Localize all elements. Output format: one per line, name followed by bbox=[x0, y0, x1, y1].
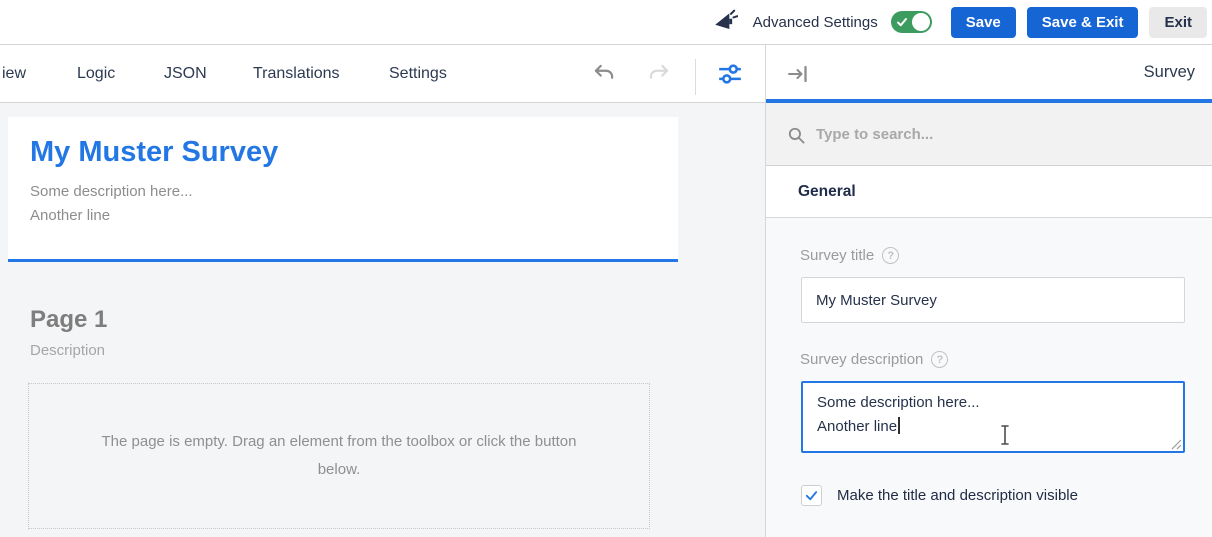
property-panel-title: Survey bbox=[1144, 45, 1195, 99]
undo-icon[interactable] bbox=[591, 61, 617, 87]
survey-title-label-row: Survey title ? bbox=[800, 247, 899, 264]
save-and-exit-button[interactable]: Save & Exit bbox=[1027, 7, 1139, 38]
page-description[interactable]: Description bbox=[30, 342, 105, 359]
help-icon[interactable]: ? bbox=[882, 247, 899, 264]
designer-canvas: My Muster Survey Some description here..… bbox=[0, 103, 765, 537]
search-icon bbox=[787, 126, 806, 145]
survey-title-text[interactable]: My Muster Survey bbox=[30, 136, 278, 169]
tab-preview[interactable]: iew bbox=[2, 45, 26, 102]
visibility-checkbox-row: Make the title and description visible bbox=[801, 485, 1078, 506]
top-toolbar: Advanced Settings Save Save & Exit Exit bbox=[0, 0, 1212, 45]
survey-description-line1: Some description here... bbox=[30, 180, 193, 204]
property-search-row bbox=[766, 103, 1212, 166]
top-toolbar-actions: Advanced Settings Save Save & Exit Exit bbox=[712, 0, 1207, 44]
tab-translations[interactable]: Translations bbox=[253, 45, 340, 102]
tab-settings[interactable]: Settings bbox=[389, 45, 447, 102]
survey-creator-app: Advanced Settings Save Save & Exit Exit … bbox=[0, 0, 1212, 537]
survey-description-textarea[interactable]: Some description here... Another line bbox=[801, 381, 1185, 453]
toggle-check-icon bbox=[896, 16, 908, 28]
help-icon[interactable]: ? bbox=[931, 351, 948, 368]
section-general[interactable]: General bbox=[766, 167, 1212, 218]
toggle-knob bbox=[912, 13, 930, 31]
empty-page-text: The page is empty. Drag an element from … bbox=[99, 428, 579, 484]
search-input[interactable] bbox=[816, 103, 1196, 165]
survey-header-card[interactable]: My Muster Survey Some description here..… bbox=[8, 117, 678, 262]
visibility-checkbox-label[interactable]: Make the title and description visible bbox=[837, 487, 1078, 504]
toolbar-divider bbox=[695, 59, 696, 95]
checkmark-icon bbox=[804, 488, 819, 503]
survey-description-line2: Another line bbox=[30, 204, 193, 228]
survey-description-label: Survey description bbox=[800, 351, 923, 368]
survey-title-input[interactable] bbox=[801, 277, 1185, 323]
survey-description-label-row: Survey description ? bbox=[800, 351, 948, 368]
resize-handle[interactable] bbox=[1171, 439, 1182, 450]
designer-tab-bar: iew Logic JSON Translations Settings bbox=[0, 45, 765, 103]
page-title[interactable]: Page 1 bbox=[30, 306, 107, 334]
survey-description-text[interactable]: Some description here... Another line bbox=[30, 180, 193, 228]
description-line1: Some description here... bbox=[817, 391, 1169, 415]
megaphone-icon[interactable] bbox=[712, 9, 738, 35]
advanced-settings-toggle[interactable] bbox=[891, 11, 932, 33]
tab-json[interactable]: JSON bbox=[164, 45, 207, 102]
sliders-icon[interactable] bbox=[717, 61, 743, 87]
survey-title-label: Survey title bbox=[800, 247, 874, 264]
empty-page-drop-area[interactable]: The page is empty. Drag an element from … bbox=[28, 383, 650, 529]
section-general-label: General bbox=[798, 167, 856, 217]
property-panel-body: Survey title ? Survey description ? Some… bbox=[766, 218, 1212, 537]
text-caret bbox=[898, 417, 900, 434]
exit-button[interactable]: Exit bbox=[1149, 7, 1207, 38]
description-line2: Another line bbox=[817, 415, 1169, 439]
save-button[interactable]: Save bbox=[951, 7, 1016, 38]
collapse-panel-icon[interactable] bbox=[786, 62, 810, 86]
ibeam-cursor-icon bbox=[998, 424, 1012, 446]
visibility-checkbox[interactable] bbox=[801, 485, 822, 506]
redo-icon[interactable] bbox=[646, 61, 672, 87]
advanced-settings-label: Advanced Settings bbox=[753, 14, 878, 31]
property-panel-header: Survey bbox=[766, 45, 1212, 103]
tab-logic[interactable]: Logic bbox=[77, 45, 115, 102]
